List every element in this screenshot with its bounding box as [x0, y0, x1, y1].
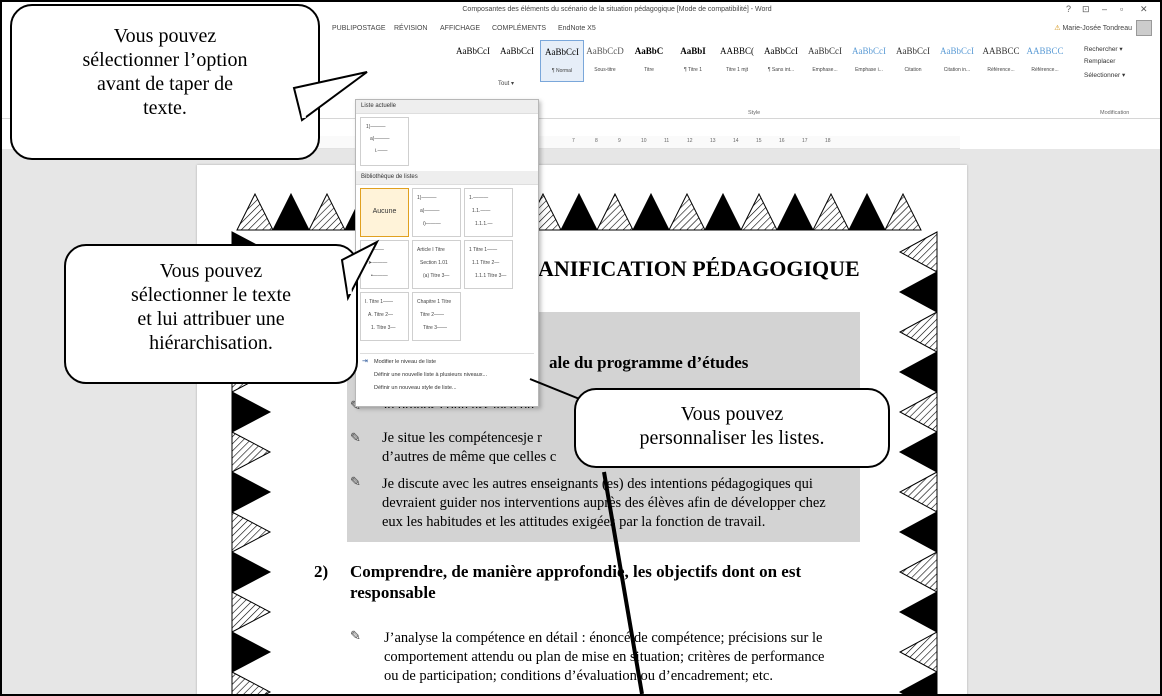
callout-tails: [292, 71, 380, 302]
screenshot-frame: Composantes des éléments du scénario de …: [0, 0, 1162, 696]
